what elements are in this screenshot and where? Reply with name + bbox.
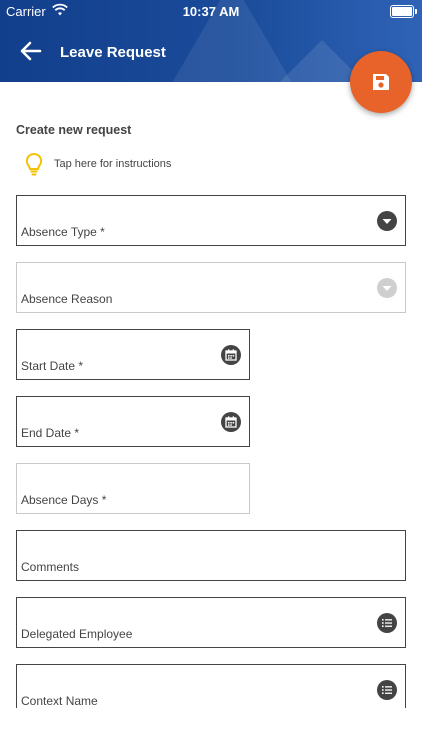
absence-days-field: Absence Days * — [16, 463, 250, 514]
lightbulb-icon — [25, 152, 43, 176]
arrow-left-icon[interactable] — [18, 38, 44, 64]
instructions-text: Tap here for instructions — [54, 158, 172, 170]
absence-reason-label: Absence Reason — [21, 292, 113, 306]
end-date-label: End Date * — [21, 426, 80, 440]
delegated-employee-label: Delegated Employee — [21, 627, 133, 641]
status-bar: Carrier 10:37 AM — [0, 0, 422, 22]
context-name-label: Context Name — [21, 694, 98, 708]
save-button[interactable] — [350, 51, 412, 113]
chevron-down-icon — [377, 210, 397, 231]
comments-field[interactable]: Comments — [16, 530, 406, 581]
section-title: Create new request — [16, 123, 132, 137]
list-icon[interactable] — [377, 612, 397, 633]
page-title: Leave Request — [60, 44, 166, 61]
scroll-clip — [0, 708, 422, 750]
absence-type-label: Absence Type * — [21, 225, 105, 239]
clock: 10:37 AM — [182, 4, 240, 19]
start-date-field[interactable]: Start Date * — [16, 329, 250, 380]
absence-days-label: Absence Days * — [21, 493, 107, 507]
instructions-hint[interactable]: Tap here for instructions — [24, 151, 171, 177]
calendar-icon[interactable] — [221, 344, 241, 365]
battery-icon — [390, 5, 417, 18]
calendar-icon[interactable] — [221, 411, 241, 432]
start-date-label: Start Date * — [21, 359, 84, 373]
absence-type-select[interactable]: Absence Type * — [16, 195, 406, 246]
end-date-field[interactable]: End Date * — [16, 396, 250, 447]
delegated-employee-field[interactable]: Delegated Employee — [16, 597, 406, 648]
absence-reason-select[interactable]: Absence Reason — [16, 262, 406, 313]
save-icon — [373, 74, 389, 90]
list-icon[interactable] — [377, 679, 397, 700]
chevron-down-icon — [377, 277, 397, 298]
comments-label: Comments — [21, 560, 80, 574]
